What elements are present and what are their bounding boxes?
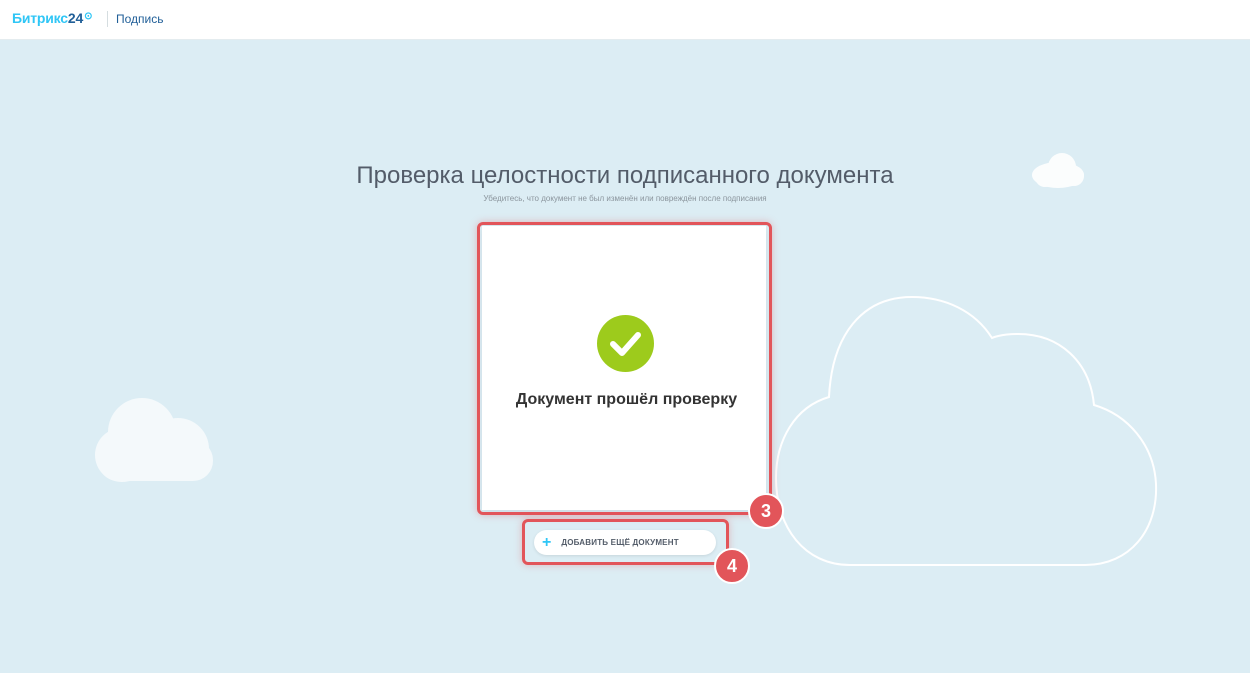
left-cloud-icon <box>95 398 213 482</box>
check-icon <box>597 315 654 372</box>
page-subtitle: Убедитесь, что документ не был изменён и… <box>483 194 767 203</box>
verification-status-text: Документ прошёл проверку <box>515 391 738 408</box>
add-document-label: ДОБАВИТЬ ЕЩЁ ДОКУМЕНТ <box>561 538 679 547</box>
annotation-badge-3: 3 <box>748 493 784 529</box>
large-cloud-outline <box>774 295 1158 566</box>
add-document-button[interactable]: + ДОБАВИТЬ ЕЩЁ ДОКУМЕНТ <box>534 530 716 555</box>
annotation-badge-4: 4 <box>714 548 750 584</box>
plus-icon: + <box>542 533 552 551</box>
page-title: Проверка целостности подписанного докуме… <box>356 162 894 189</box>
